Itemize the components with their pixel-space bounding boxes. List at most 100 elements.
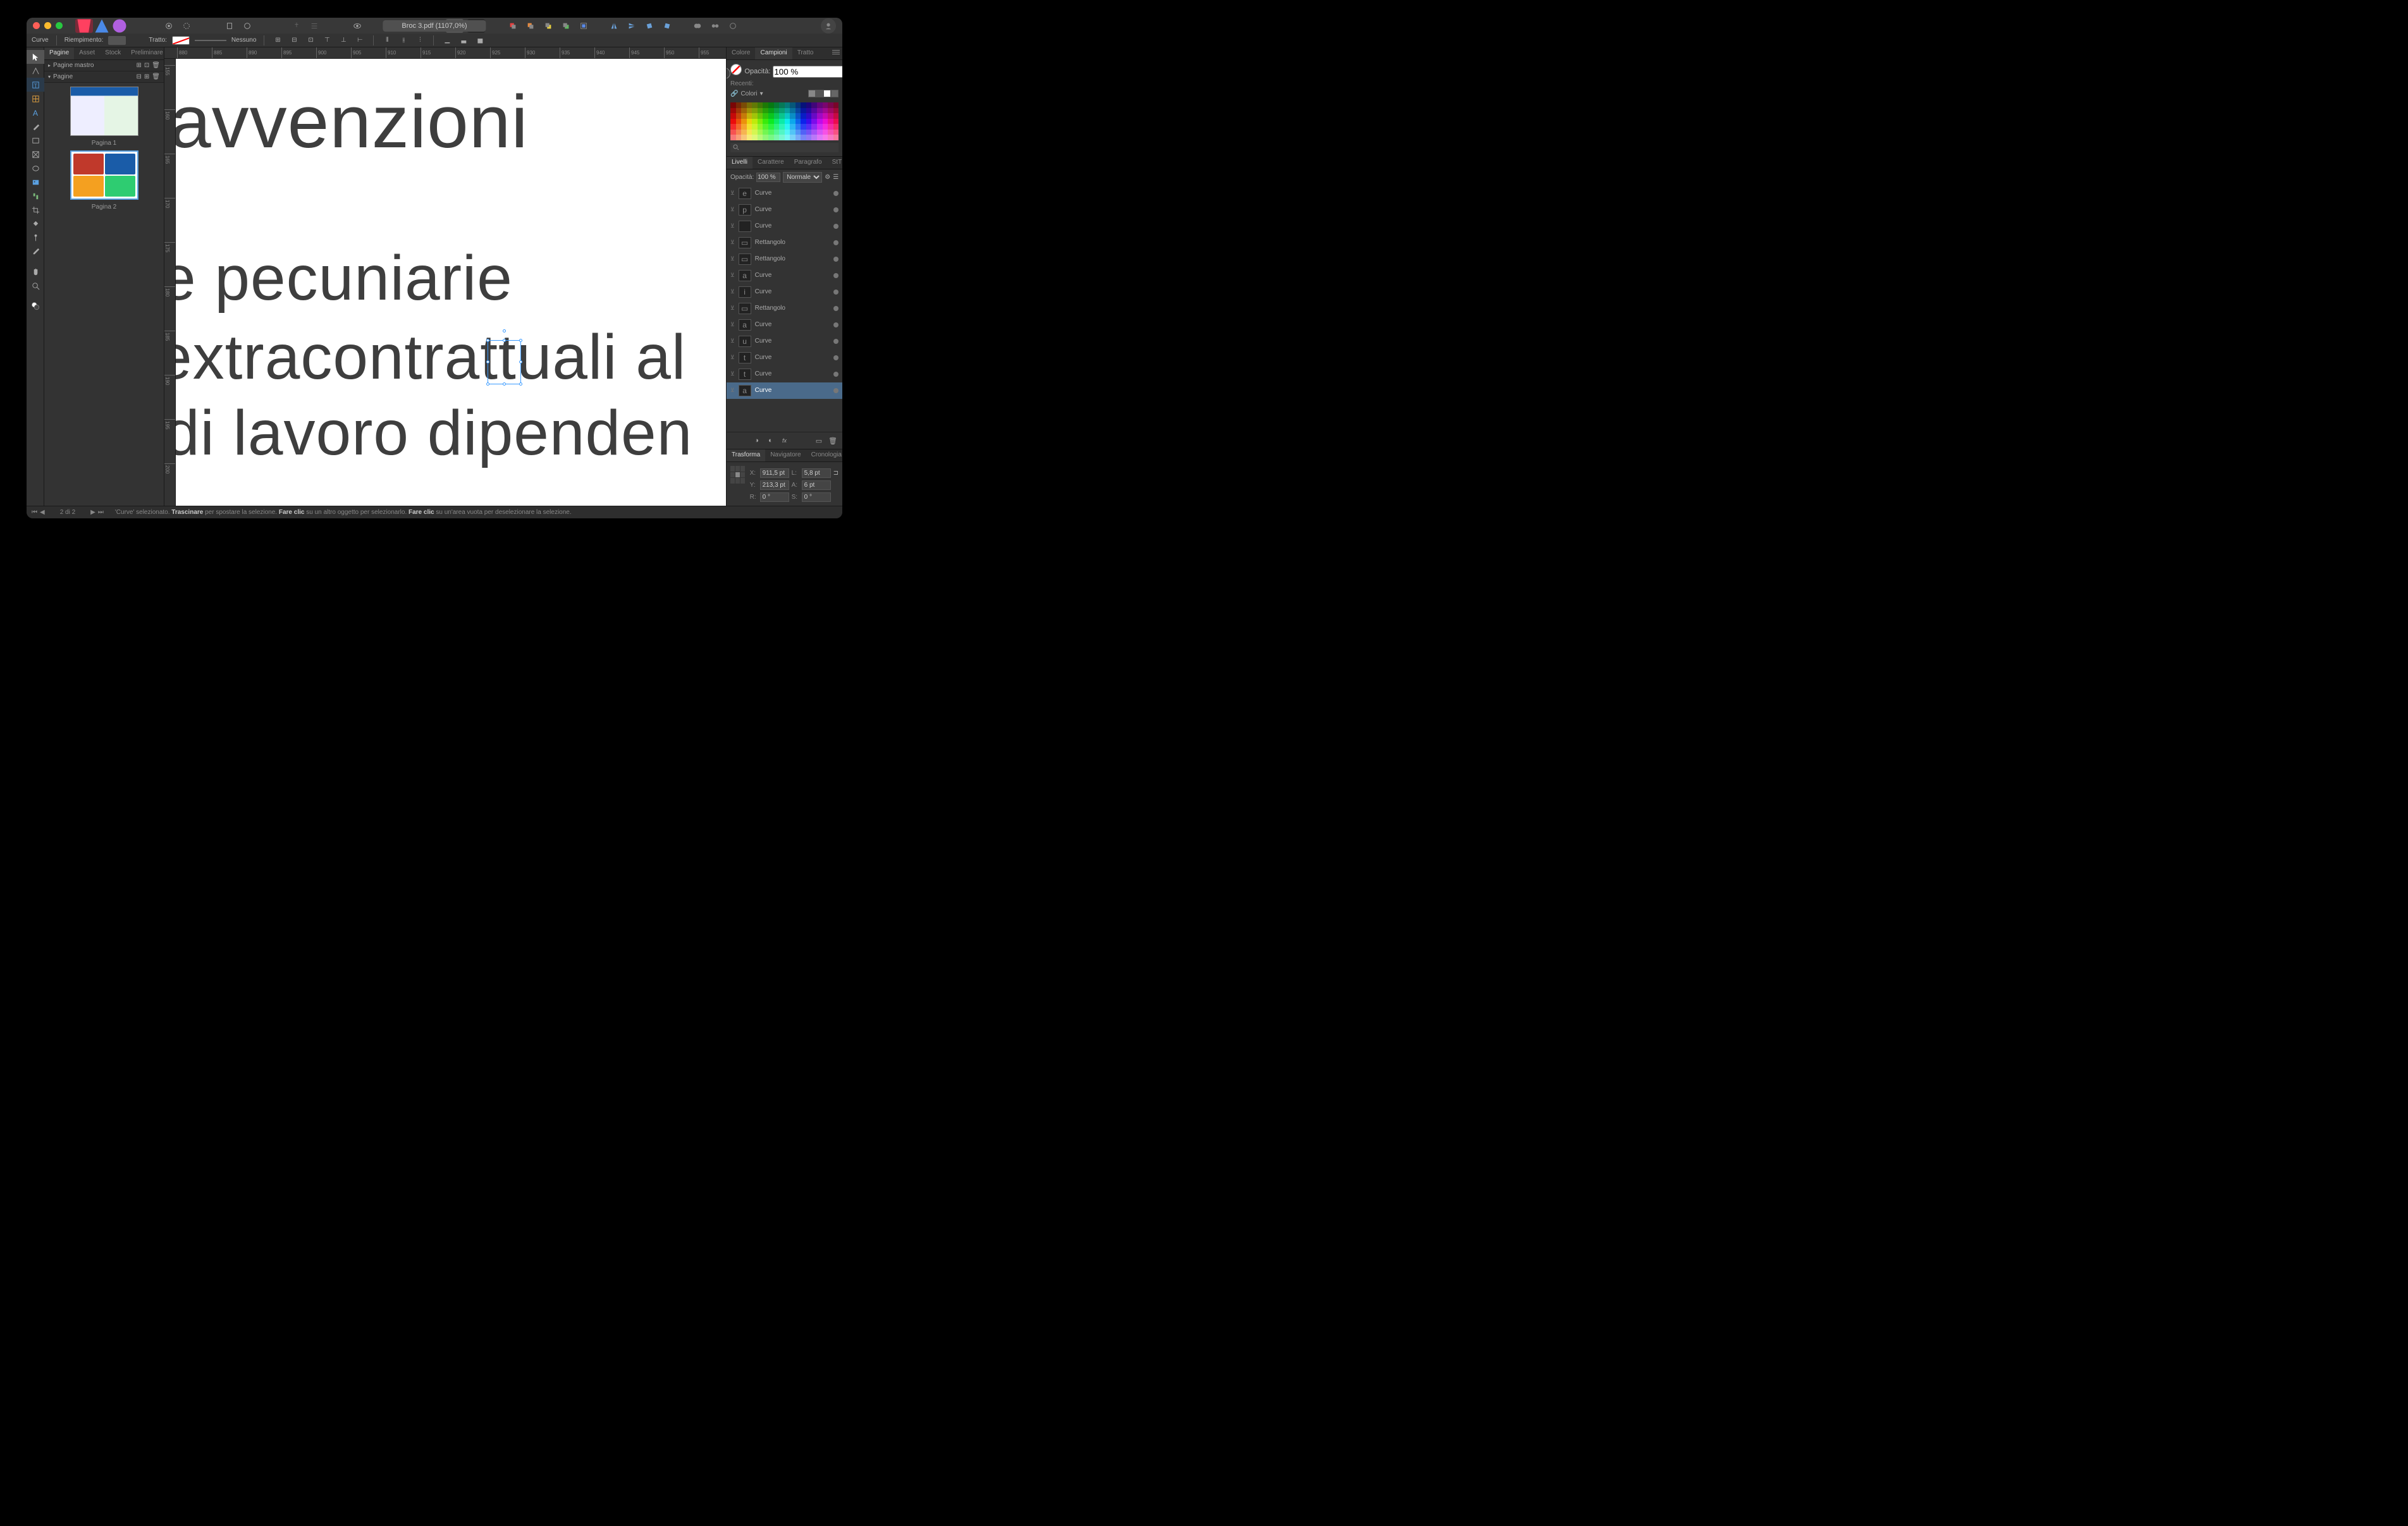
- swatch-cell[interactable]: [747, 124, 752, 130]
- swatch-cell[interactable]: [758, 102, 763, 108]
- swatch-cell[interactable]: [730, 124, 736, 130]
- swatch-cell[interactable]: [736, 102, 742, 108]
- swatch-cell[interactable]: [730, 108, 736, 114]
- swatch-cell[interactable]: [801, 124, 806, 130]
- pen-tool[interactable]: [27, 119, 44, 133]
- transform-s[interactable]: [802, 492, 831, 502]
- visibility-toggle[interactable]: [833, 273, 838, 278]
- canvas-text-1[interactable]: avvenzioni: [176, 79, 529, 165]
- layer-row[interactable]: ⊻ u Curve: [727, 333, 842, 350]
- swatch-cell[interactable]: [779, 113, 785, 119]
- delete-layer-icon[interactable]: 🗑: [827, 435, 838, 446]
- swatch-cell[interactable]: [785, 108, 790, 114]
- picture-frame-tool[interactable]: [27, 147, 44, 161]
- group-icon[interactable]: [689, 19, 706, 33]
- swatch-cell[interactable]: [790, 135, 796, 140]
- selection-box[interactable]: [488, 340, 521, 384]
- swatch-cell[interactable]: [758, 130, 763, 135]
- tab-livelli[interactable]: Livelli: [727, 157, 752, 169]
- minimize-window[interactable]: [44, 22, 51, 29]
- swatch-cell[interactable]: [823, 119, 828, 125]
- pages-add-icon[interactable]: ⊞: [144, 73, 149, 80]
- color-wells-tool[interactable]: [27, 299, 44, 313]
- move-tool[interactable]: [27, 50, 44, 64]
- swatch-cell[interactable]: [736, 108, 742, 114]
- align-right-icon[interactable]: ⊡: [305, 35, 316, 46]
- hist2-icon[interactable]: ▃: [458, 35, 469, 46]
- swatch-cell[interactable]: [747, 108, 752, 114]
- swatch-cell[interactable]: [763, 102, 768, 108]
- visibility-toggle[interactable]: [833, 339, 838, 344]
- layer-row[interactable]: ⊻ ▭ Rettangolo: [727, 251, 842, 267]
- swatch-cell[interactable]: [747, 119, 752, 125]
- swatch-cell[interactable]: [817, 102, 823, 108]
- swatch-cell[interactable]: [730, 102, 736, 108]
- fx-icon[interactable]: fx: [779, 435, 790, 446]
- link-icon[interactable]: [724, 19, 742, 33]
- tab-preliminare[interactable]: Preliminare: [126, 47, 168, 59]
- swatch-cell[interactable]: [752, 108, 758, 114]
- canvas[interactable]: avvenzioni e pecuniarie extracontrattual…: [176, 59, 726, 506]
- swatch-cell[interactable]: [779, 102, 785, 108]
- swatch-cell[interactable]: [828, 135, 833, 140]
- add-layer-icon[interactable]: ▭: [813, 435, 825, 446]
- page-thumb-1[interactable]: [70, 87, 138, 136]
- layer-row[interactable]: ⊻ a Curve: [727, 317, 842, 333]
- swatch-cell[interactable]: [811, 119, 817, 125]
- swatch-cell[interactable]: [806, 130, 812, 135]
- swatch-cell[interactable]: [796, 130, 801, 135]
- swatch-cell[interactable]: [774, 119, 780, 125]
- swatch-cell[interactable]: [785, 124, 790, 130]
- swatch-cell[interactable]: [811, 113, 817, 119]
- swatch-cell[interactable]: [774, 108, 780, 114]
- swatch-cell[interactable]: [752, 130, 758, 135]
- color-panel-menu-icon[interactable]: [830, 47, 842, 59]
- swatch-cell[interactable]: [785, 135, 790, 140]
- visibility-toggle[interactable]: [833, 240, 838, 245]
- swatch-cell[interactable]: [785, 119, 790, 125]
- pages-opts-icon[interactable]: ⊟: [137, 73, 142, 80]
- swatch-cell[interactable]: [752, 135, 758, 140]
- swatch-cell[interactable]: [779, 124, 785, 130]
- master-add-icon[interactable]: ⊞: [137, 62, 142, 69]
- fill-tool[interactable]: [27, 217, 44, 231]
- artistic-text-tool[interactable]: A: [27, 106, 44, 119]
- tab-carattere[interactable]: Carattere: [752, 157, 789, 169]
- canvas-text-3[interactable]: extracontrattuali al: [176, 321, 686, 394]
- swatches-grid[interactable]: [730, 102, 838, 140]
- list-view-icon[interactable]: [816, 90, 823, 97]
- page-thumb-2[interactable]: [70, 150, 138, 200]
- table-tool[interactable]: [27, 92, 44, 106]
- swatch-cell[interactable]: [768, 130, 774, 135]
- swatch-cell[interactable]: [817, 108, 823, 114]
- swatch-cell[interactable]: [768, 124, 774, 130]
- layer-row[interactable]: ⊻ ▭ Rettangolo: [727, 235, 842, 251]
- swatch-cell[interactable]: [763, 108, 768, 114]
- swatch-cell[interactable]: [817, 113, 823, 119]
- align-middle-icon[interactable]: ⊥: [338, 35, 349, 46]
- zoom-window[interactable]: [56, 22, 63, 29]
- swatch-cell[interactable]: [790, 102, 796, 108]
- swatch-cell[interactable]: [774, 124, 780, 130]
- swatch-cell[interactable]: [747, 102, 752, 108]
- swatch-cell[interactable]: [758, 124, 763, 130]
- layer-row[interactable]: ⊻ ▭ Rettangolo: [727, 300, 842, 317]
- swatch-cell[interactable]: [806, 124, 812, 130]
- swatch-cell[interactable]: [806, 119, 812, 125]
- visibility-toggle[interactable]: [833, 388, 838, 393]
- swatch-cell[interactable]: [796, 135, 801, 140]
- layers-filter-icon[interactable]: ☰: [833, 174, 838, 181]
- swatch-cell[interactable]: [801, 135, 806, 140]
- swatch-cell[interactable]: [801, 113, 806, 119]
- swatch-cell[interactable]: [790, 119, 796, 125]
- opacity-input[interactable]: [773, 66, 842, 78]
- swatch-cell[interactable]: [790, 108, 796, 114]
- layer-row[interactable]: ⊻ t Curve: [727, 350, 842, 366]
- tab-campioni[interactable]: Campioni: [755, 47, 792, 59]
- ungroup-icon[interactable]: [706, 19, 724, 33]
- swatch-cell[interactable]: [741, 113, 747, 119]
- swatch-cell[interactable]: [833, 102, 839, 108]
- swatch-cell[interactable]: [785, 102, 790, 108]
- swatch-cell[interactable]: [763, 135, 768, 140]
- swatch-cell[interactable]: [730, 119, 736, 125]
